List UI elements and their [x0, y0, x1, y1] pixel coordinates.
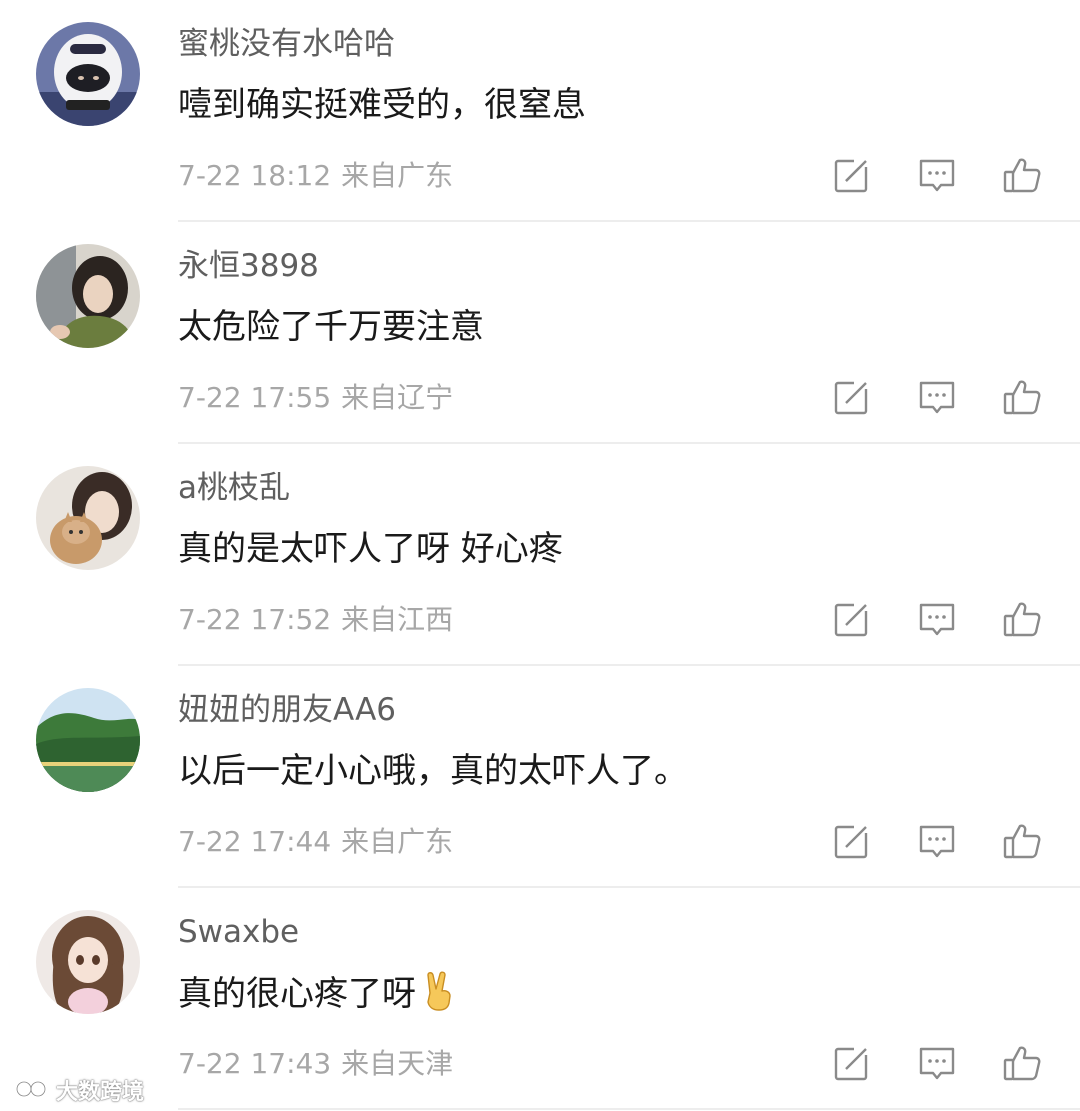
- share-edit-icon: [834, 1045, 870, 1081]
- username[interactable]: 妞妞的朋友AA6: [178, 690, 396, 730]
- username[interactable]: Swaxbe: [178, 912, 299, 952]
- comment-location: 来自天津: [341, 1047, 454, 1080]
- thumbs-up-icon: [1003, 824, 1041, 859]
- like-button[interactable]: [1002, 821, 1042, 861]
- reply-button[interactable]: [917, 377, 957, 417]
- victory-hand-icon: [427, 971, 451, 1011]
- reply-button[interactable]: [917, 155, 957, 195]
- comment-meta: 7-22 17:55 来自辽宁: [178, 380, 453, 416]
- user-avatar[interactable]: [36, 688, 140, 792]
- comment-time: 7-22 18:12: [178, 159, 332, 192]
- comment-location: 来自广东: [341, 159, 454, 192]
- like-button[interactable]: [1002, 377, 1042, 417]
- watermark-logo-icon: [8, 1080, 47, 1102]
- share-edit-icon: [834, 601, 870, 637]
- username[interactable]: 永恒3898: [178, 246, 319, 286]
- comment-meta: 7-22 17:43 来自天津: [178, 1046, 453, 1082]
- divider: [178, 1108, 1080, 1110]
- comment-bubble-icon: [919, 825, 955, 858]
- username[interactable]: 蜜桃没有水哈哈: [178, 24, 395, 64]
- share-button[interactable]: [832, 599, 872, 639]
- thumbs-up-icon: [1003, 602, 1041, 637]
- comment-text: 以后一定小心哦，真的太吓人了。: [178, 751, 688, 791]
- like-button[interactable]: [1002, 599, 1042, 639]
- comment-location: 来自江西: [341, 603, 454, 636]
- comment-meta: 7-22 18:12 来自广东: [178, 158, 453, 194]
- comment-time: 7-22 17:55: [178, 381, 332, 414]
- comment-text: 真的是太吓人了呀 好心疼: [178, 529, 563, 569]
- comment-item: 永恒3898 太危险了千万要注意 7-22 17:55 来自辽宁: [0, 222, 1080, 444]
- girl-with-cat-avatar: [36, 466, 140, 570]
- comment-text-content: 真的很心疼了呀: [178, 974, 416, 1014]
- reply-button[interactable]: [917, 1043, 957, 1083]
- comment-text: 太危险了千万要注意: [178, 307, 484, 347]
- landscape-avatar: [36, 688, 140, 792]
- reply-button[interactable]: [917, 599, 957, 639]
- watermark: 大数跨境: [8, 1075, 144, 1105]
- like-button[interactable]: [1002, 1043, 1042, 1083]
- comment-location: 来自广东: [341, 825, 454, 858]
- comment-item: Swaxbe 真的很心疼了呀 7-22 17:43 来自天津: [0, 888, 1080, 1110]
- comment-bubble-icon: [919, 381, 955, 414]
- comment-meta: 7-22 17:52 来自江西: [178, 602, 453, 638]
- share-edit-icon: [834, 823, 870, 859]
- watermark-text: 大数跨境: [56, 1080, 145, 1105]
- thumbs-up-icon: [1003, 1046, 1041, 1081]
- user-avatar[interactable]: [36, 466, 140, 570]
- victory-hand-emoji: [420, 971, 458, 1022]
- comment-time: 7-22 17:52: [178, 603, 332, 636]
- thumbs-up-icon: [1003, 380, 1041, 415]
- comment-bubble-icon: [919, 603, 955, 636]
- comment-text: 真的很心疼了呀: [178, 971, 458, 1022]
- share-edit-icon: [834, 157, 870, 193]
- share-edit-icon: [834, 379, 870, 415]
- share-button[interactable]: [832, 1043, 872, 1083]
- share-button[interactable]: [832, 377, 872, 417]
- reply-button[interactable]: [917, 821, 957, 861]
- comment-item: 蜜桃没有水哈哈 噎到确实挺难受的，很窒息 7-22 18:12 来自广东: [0, 0, 1080, 222]
- comment-bubble-icon: [919, 159, 955, 192]
- share-button[interactable]: [832, 155, 872, 195]
- comment-time: 7-22 17:43: [178, 1047, 332, 1080]
- girl-portrait-avatar: [36, 244, 140, 348]
- comment-item: 妞妞的朋友AA6 以后一定小心哦，真的太吓人了。 7-22 17:44 来自广东: [0, 666, 1080, 888]
- username[interactable]: a桃枝乱: [178, 468, 290, 508]
- comment-item: a桃枝乱 真的是太吓人了呀 好心疼 7-22 17:52 来自江西: [0, 444, 1080, 666]
- user-avatar[interactable]: [36, 910, 140, 1014]
- like-button[interactable]: [1002, 155, 1042, 195]
- comment-location: 来自辽宁: [341, 381, 454, 414]
- comment-meta: 7-22 17:44 来自广东: [178, 824, 453, 860]
- share-button[interactable]: [832, 821, 872, 861]
- helmet-person-avatar: [36, 22, 140, 126]
- user-avatar[interactable]: [36, 22, 140, 126]
- thumbs-up-icon: [1003, 158, 1041, 193]
- comment-text: 噎到确实挺难受的，很窒息: [178, 85, 586, 125]
- comment-time: 7-22 17:44: [178, 825, 332, 858]
- anime-girl-avatar: [36, 910, 140, 1014]
- comment-bubble-icon: [919, 1047, 955, 1080]
- user-avatar[interactable]: [36, 244, 140, 348]
